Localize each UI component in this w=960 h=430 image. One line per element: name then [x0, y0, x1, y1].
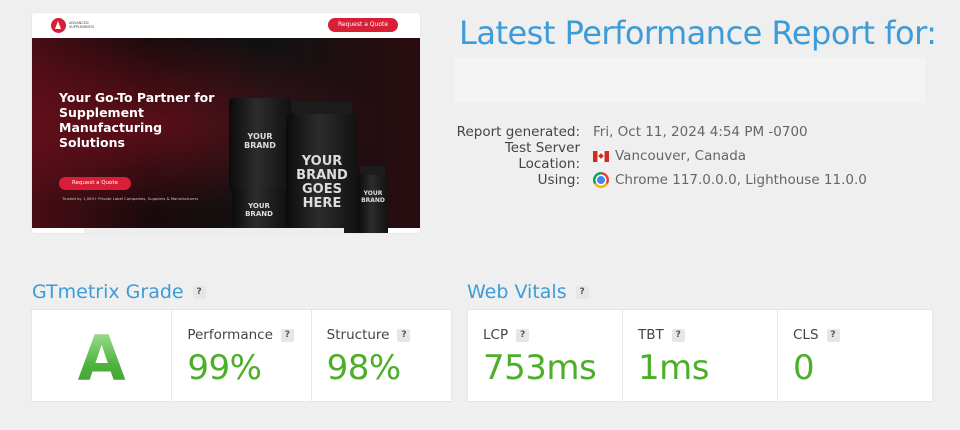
tbt-cell: TBT ? 1ms [623, 310, 778, 401]
cls-cell: CLS ? 0 [778, 310, 932, 401]
grade-section-title: GTmetrix Grade ? [32, 281, 206, 303]
preview-headline: Your Go-To Partner for Supplement Manufa… [59, 90, 215, 150]
brand-logo-icon [51, 18, 66, 33]
grade-help-icon[interactable]: ? [192, 285, 206, 299]
report-title: Latest Performance Report for: [459, 14, 937, 52]
bottle-cap [360, 166, 386, 175]
canada-flag-icon [593, 150, 609, 162]
preview-hero: Your Go-To Partner for Supplement Manufa… [32, 38, 420, 233]
structure-value: 98% [326, 348, 402, 388]
structure-cell: Structure ? 98% [312, 310, 451, 401]
performance-help-icon[interactable]: ? [280, 328, 294, 342]
using-label: Using: [537, 172, 580, 188]
preview-header: ADVANCED SUPPLEMENTS Request a Quote [32, 13, 420, 38]
grade-letter: A [32, 328, 171, 390]
preview-hero-button: Request a Quote [59, 177, 131, 190]
lcp-label: LCP [483, 327, 509, 343]
report-url-area [455, 58, 925, 103]
meta-using: Using: Chrome 117.0.0.0, Lighthouse 11.0… [440, 168, 867, 192]
grade-card: A Performance ? 99% Structure ? 98% [31, 309, 452, 402]
lcp-label-wrap: LCP ? [483, 327, 530, 343]
lcp-cell: LCP ? 753ms [468, 310, 623, 401]
big-jar-lid [291, 102, 353, 114]
location-value: Vancouver, Canada [615, 148, 747, 164]
chrome-icon [593, 172, 609, 188]
cls-label: CLS [793, 327, 819, 343]
small-jar-label: YOUR BRAND [245, 202, 273, 218]
report-meta: Report generated: Fri, Oct 11, 2024 4:54… [440, 120, 867, 192]
vitals-help-icon[interactable]: ? [575, 285, 589, 299]
product-pouch: YOUR BRAND [229, 98, 291, 192]
tbt-label: TBT [638, 327, 664, 343]
cls-label-wrap: CLS ? [793, 327, 840, 343]
lcp-value: 753ms [483, 348, 597, 388]
using-value: Chrome 117.0.0.0, Lighthouse 11.0.0 [615, 172, 867, 188]
bottle-label: YOUR BRAND [361, 190, 385, 204]
structure-help-icon[interactable]: ? [397, 328, 411, 342]
vitals-section-title: Web Vitals ? [467, 281, 589, 303]
meta-location: Test Server Location: Vancouver, Canada [440, 140, 867, 172]
preview-footer-strip [84, 228, 344, 233]
cls-help-icon[interactable]: ? [826, 328, 840, 342]
site-screenshot: ADVANCED SUPPLEMENTS Request a Quote You… [32, 13, 420, 233]
tbt-label-wrap: TBT ? [638, 327, 685, 343]
grade-letter-cell: A [32, 310, 173, 401]
vitals-card: LCP ? 753ms TBT ? 1ms CLS ? 0 [467, 309, 933, 402]
performance-value: 99% [187, 348, 262, 388]
product-bottle: YOUR BRAND [358, 166, 388, 233]
performance-cell: Performance ? 99% [172, 310, 312, 401]
cls-value: 0 [793, 348, 815, 388]
preview-trust-line: Trusted by 1,000+ Private Label Companie… [62, 196, 199, 201]
pouch-label: YOUR BRAND [244, 132, 276, 150]
performance-label-wrap: Performance ? [187, 327, 294, 343]
brand-logo-text: ADVANCED SUPPLEMENTS [69, 21, 95, 29]
preview-quote-button: Request a Quote [328, 18, 398, 32]
performance-label: Performance [187, 327, 273, 343]
tbt-value: 1ms [638, 348, 709, 388]
generated-value: Fri, Oct 11, 2024 4:54 PM -0700 [593, 124, 808, 140]
lcp-help-icon[interactable]: ? [516, 328, 530, 342]
tbt-help-icon[interactable]: ? [671, 328, 685, 342]
location-value-wrap: Vancouver, Canada [593, 148, 746, 164]
using-value-wrap: Chrome 117.0.0.0, Lighthouse 11.0.0 [593, 172, 867, 188]
product-big-jar: YOUR BRAND GOES HERE [286, 102, 358, 233]
product-small-jar: YOUR BRAND [232, 188, 286, 233]
grade-title: GTmetrix Grade [32, 281, 184, 303]
big-jar-label: YOUR BRAND GOES HERE [296, 154, 348, 211]
structure-label: Structure [326, 327, 390, 343]
structure-label-wrap: Structure ? [327, 327, 411, 343]
vitals-title: Web Vitals [467, 281, 567, 303]
location-label: Test Server Location: [504, 140, 580, 172]
generated-label: Report generated: [456, 124, 580, 140]
